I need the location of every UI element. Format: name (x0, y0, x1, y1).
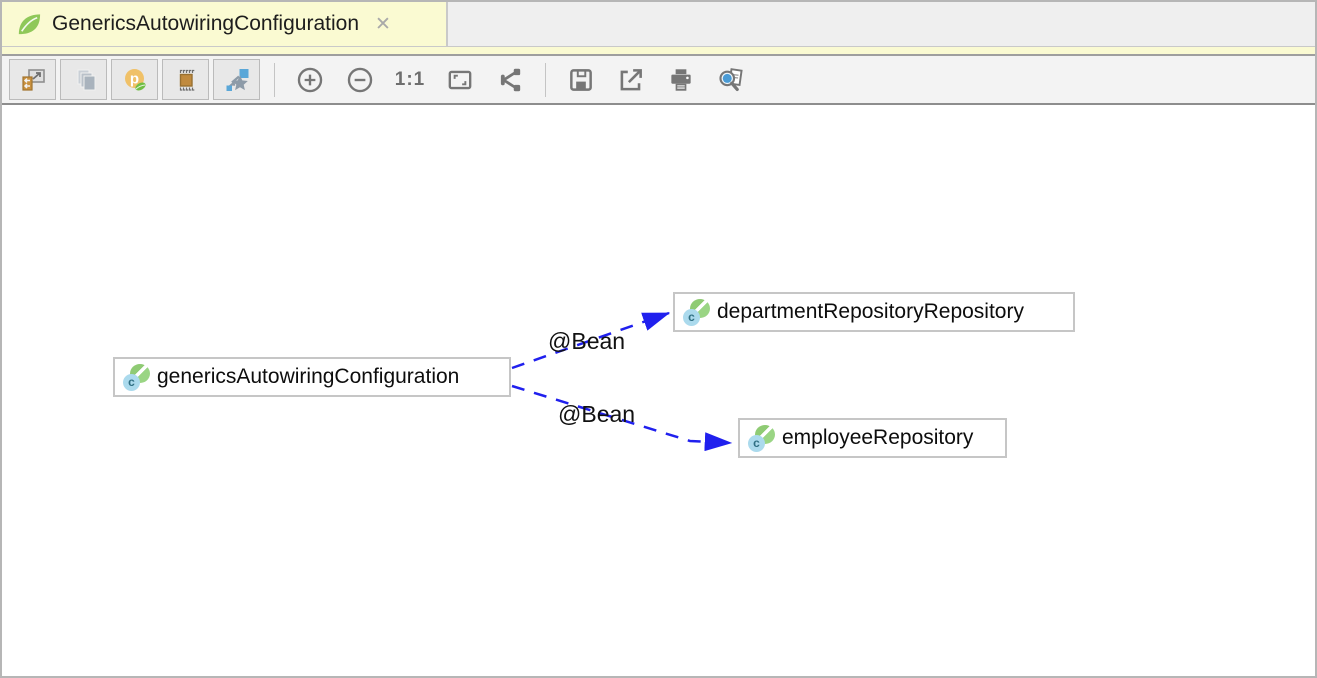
chip-button[interactable] (162, 59, 209, 100)
zoom-out-icon (345, 65, 375, 95)
print-icon (666, 65, 696, 95)
stacked-files-icon (70, 66, 98, 94)
star-arrows-icon (223, 66, 251, 94)
print-button[interactable] (664, 62, 698, 98)
edge-label-bean-1: @Bean (548, 328, 625, 355)
star-collapse-button[interactable] (213, 59, 260, 100)
diagram-toolbar: p (2, 56, 1315, 105)
actual-size-label: 1:1 (395, 69, 425, 91)
diagram-canvas[interactable]: @Bean @Bean c genericsAutowiringConfigur… (2, 105, 1315, 676)
spring-properties-button[interactable]: p (111, 59, 158, 100)
spring-leaf-icon (14, 10, 43, 39)
zoom-out-button[interactable] (343, 62, 377, 98)
tab-close-icon[interactable]: ✕ (375, 15, 391, 34)
node-generics-autowiring-configuration[interactable]: c genericsAutowiringConfiguration (113, 357, 511, 397)
save-icon (566, 65, 596, 95)
print-preview-icon (716, 65, 746, 95)
stacked-files-button[interactable] (60, 59, 107, 100)
class-badge: c (683, 309, 700, 326)
editor-tab-bar: GenericsAutowiringConfiguration ✕ (2, 2, 1315, 47)
tab-generics-autowiring-configuration[interactable]: GenericsAutowiringConfiguration ✕ (2, 2, 448, 46)
save-button[interactable] (564, 62, 598, 98)
tab-title: GenericsAutowiringConfiguration (52, 12, 359, 36)
export-button[interactable] (614, 62, 648, 98)
fit-content-icon (445, 65, 475, 95)
frame-arrow-button[interactable] (9, 59, 56, 100)
frame-arrow-icon (19, 66, 47, 94)
toolbar-separator (274, 63, 275, 97)
diagram-window: GenericsAutowiringConfiguration ✕ (0, 0, 1317, 678)
spring-bean-icon: c (683, 299, 710, 326)
bean-name: employeeRepository (782, 426, 973, 450)
actual-size-button[interactable]: 1:1 (393, 62, 427, 98)
zoom-in-button[interactable] (293, 62, 327, 98)
export-icon (616, 65, 646, 95)
apply-layout-icon (495, 65, 525, 95)
edge-label-bean-2: @Bean (558, 401, 635, 428)
zoom-in-icon (295, 65, 325, 95)
apply-layout-button[interactable] (493, 62, 527, 98)
node-employee-repository[interactable]: c employeeRepository (738, 418, 1007, 458)
toolbar-separator (545, 63, 546, 97)
editor-yellow-strip (2, 47, 1315, 56)
class-badge: c (748, 435, 765, 452)
chip-icon (172, 66, 200, 94)
spring-bean-icon: c (748, 425, 775, 452)
class-badge: c (123, 374, 140, 391)
bean-name: departmentRepositoryRepository (717, 300, 1024, 324)
print-preview-button[interactable] (714, 62, 748, 98)
spring-properties-icon: p (121, 66, 149, 94)
fit-content-button[interactable] (443, 62, 477, 98)
spring-bean-icon: c (123, 364, 150, 391)
bean-name: genericsAutowiringConfiguration (157, 365, 459, 389)
node-department-repository-repository[interactable]: c departmentRepositoryRepository (673, 292, 1075, 332)
